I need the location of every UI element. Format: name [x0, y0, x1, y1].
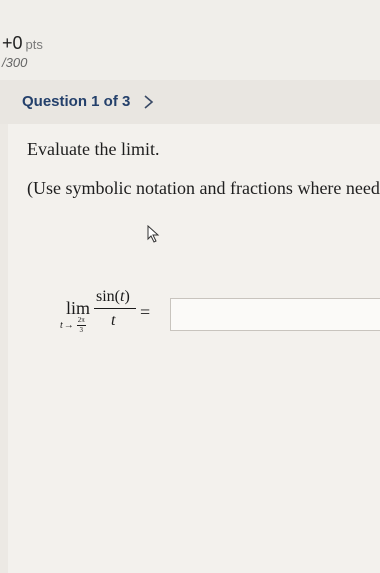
- max-points: /300: [2, 55, 28, 70]
- question-instruction: (Use symbolic notation and fractions whe…: [27, 178, 380, 198]
- numerator-function: sin(: [96, 288, 120, 305]
- points-unit: pts: [25, 37, 43, 52]
- fraction-denominator: t: [111, 312, 116, 329]
- equals-sign: =: [140, 302, 151, 322]
- points-display: +0 pts: [2, 33, 43, 54]
- fraction-bar: [94, 308, 136, 309]
- fraction-numerator: sin(t): [96, 288, 130, 306]
- score-header: [0, 0, 380, 80]
- approach-numerator: 2π: [76, 316, 86, 326]
- question-prompt: Evaluate the limit.: [27, 139, 160, 159]
- answer-input[interactable]: [170, 298, 380, 331]
- approach-fraction: 2π 3: [76, 316, 86, 335]
- limit-subscript: t→ 2π 3: [60, 316, 86, 335]
- mouse-cursor-icon: [146, 224, 160, 243]
- chevron-right-icon[interactable]: [140, 92, 158, 112]
- numerator-close: ): [124, 288, 130, 305]
- points-value: +0: [2, 33, 23, 53]
- question-title: Question 1 of 3: [22, 93, 131, 110]
- approach-arrow: →: [63, 319, 74, 331]
- approach-denominator: 3: [79, 326, 84, 334]
- limit-variable: t: [60, 319, 63, 331]
